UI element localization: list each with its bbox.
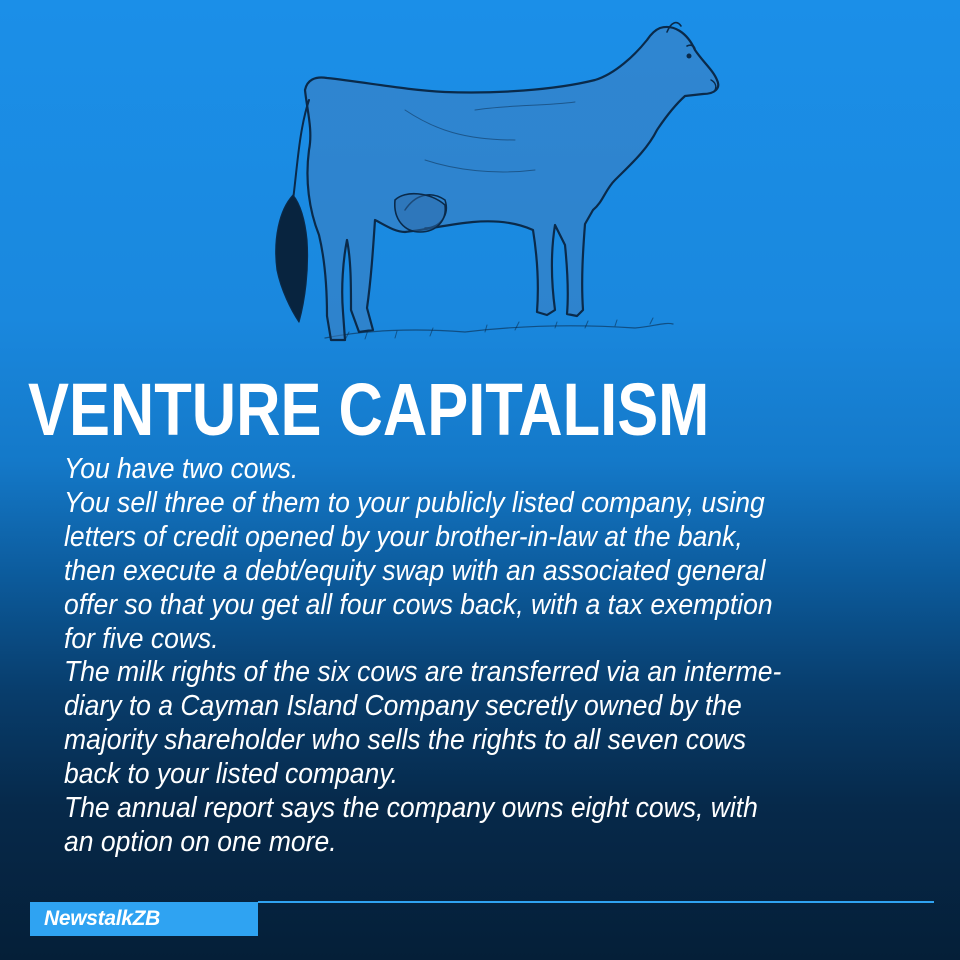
cow-illustration bbox=[275, 21, 720, 342]
body-line: The milk rights of the six cows are tran… bbox=[64, 656, 782, 689]
body-line: for five cows. bbox=[64, 622, 219, 655]
body-line: back to your listed company. bbox=[64, 758, 398, 791]
newstalkzb-logo: NewstalkZB bbox=[30, 902, 258, 936]
body-line: offer so that you get all four cows back… bbox=[64, 588, 773, 621]
poster: VENTURE CAPITALISM You have two cows. Yo… bbox=[0, 0, 960, 960]
body-line: diary to a Cayman Island Company secretl… bbox=[64, 690, 742, 723]
grass-patch bbox=[324, 322, 674, 339]
body-line: letters of credit opened by your brother… bbox=[64, 520, 743, 553]
body-line: You have two cows. bbox=[64, 453, 299, 485]
tail-brush bbox=[275, 194, 309, 323]
body-line: majority shareholder who sells the right… bbox=[64, 724, 747, 757]
body-text: You have two cows. You sell three of the… bbox=[64, 453, 944, 860]
body-line: then execute a debt/equity swap with an … bbox=[64, 554, 766, 587]
body-line: You sell three of them to your publicly … bbox=[64, 486, 765, 519]
body-line: The annual report says the company owns … bbox=[64, 792, 758, 825]
logo-divider bbox=[258, 901, 934, 903]
headline: VENTURE CAPITALISM bbox=[28, 368, 710, 451]
cow-tail bbox=[292, 99, 310, 201]
cow-body bbox=[303, 25, 720, 342]
logo-text: NewstalkZB bbox=[44, 907, 161, 930]
body-line: an option on one more. bbox=[64, 825, 337, 858]
